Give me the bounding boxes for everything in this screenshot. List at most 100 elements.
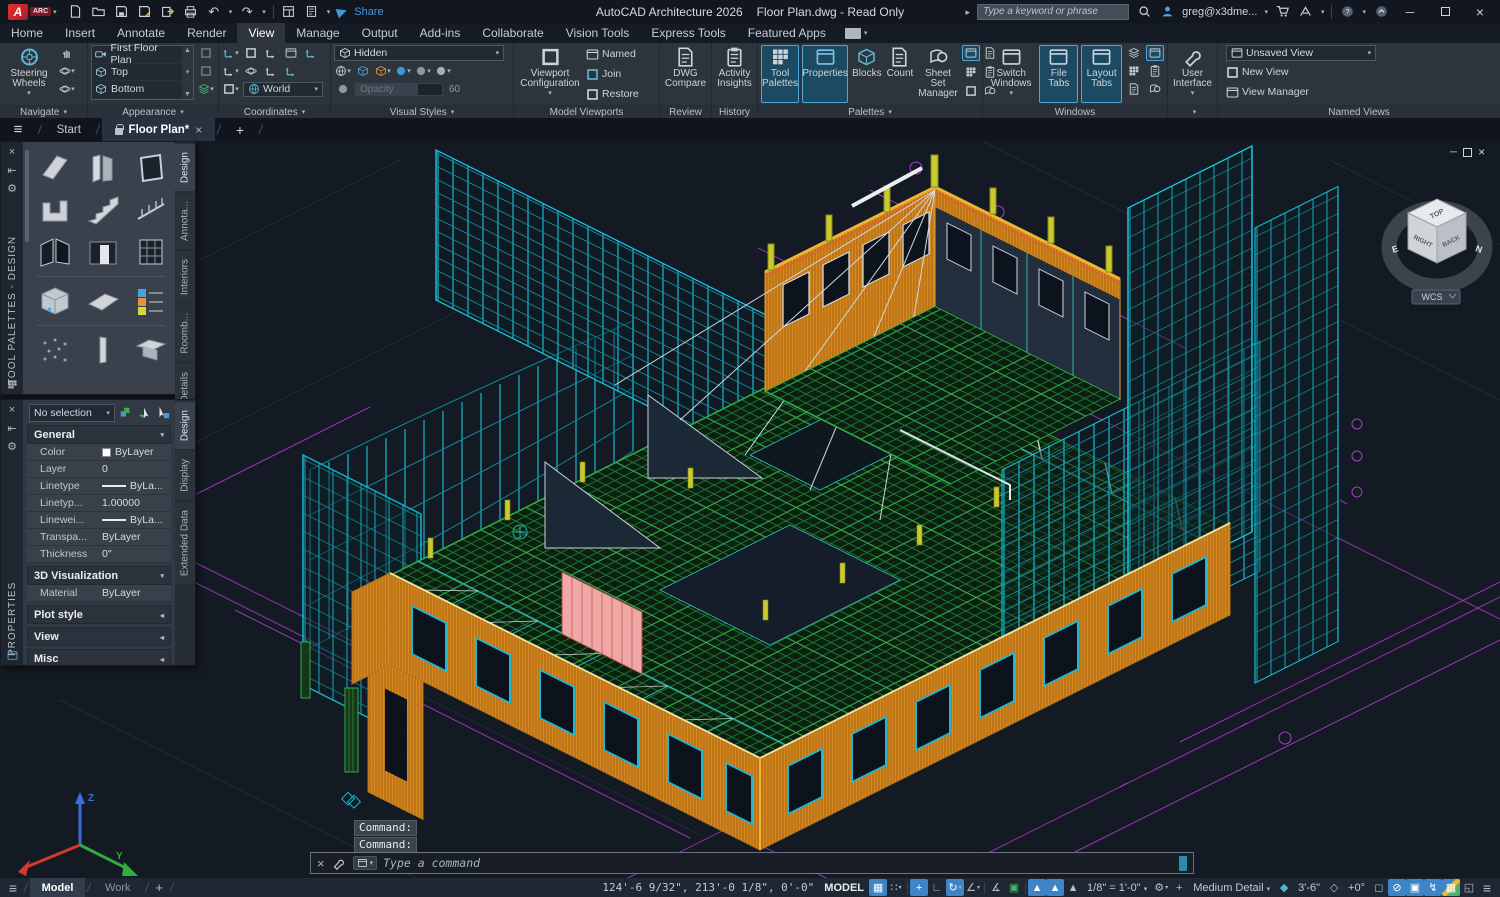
count-button[interactable]: Count: [886, 45, 915, 103]
property-row-thickness[interactable]: Thickness0": [27, 546, 171, 563]
ucs-select[interactable]: World: [243, 82, 323, 97]
annotation-autoscale-icon[interactable]: ▲: [1046, 879, 1064, 896]
ucs-view-icon[interactable]: [282, 45, 300, 61]
elevation-value[interactable]: 3'-6": [1293, 882, 1325, 894]
panel-title-coordinates[interactable]: Coordinates: [219, 105, 330, 118]
print-icon[interactable]: [183, 4, 199, 19]
workspace-icon[interactable]: ◻: [1370, 879, 1388, 896]
ucs-z-icon[interactable]: [262, 63, 280, 79]
share-button[interactable]: Share: [354, 6, 383, 18]
color-theme-icon[interactable]: ▦: [1442, 879, 1460, 896]
sphere-teal-icon[interactable]: [434, 63, 452, 79]
palette-grid-icon[interactable]: [5, 377, 19, 391]
door-tool[interactable]: [81, 148, 125, 188]
panel-title-review[interactable]: Review: [660, 105, 711, 118]
annotation-visibility-icon[interactable]: ▲: [1028, 879, 1046, 896]
redo-button[interactable]: [239, 4, 255, 19]
ucs-icon-button[interactable]: [222, 45, 240, 61]
property-row-lineweight[interactable]: Linewei...ByLa...: [27, 512, 171, 529]
materials-icon[interactable]: [374, 63, 392, 79]
restore-viewports-button[interactable]: Restore: [586, 85, 639, 103]
property-row-material[interactable]: MaterialByLayer: [27, 585, 171, 602]
tab-view[interactable]: View: [237, 23, 285, 43]
view-manager-button[interactable]: View Manager: [1226, 83, 1309, 101]
visual-style-select[interactable]: Hidden: [334, 45, 504, 61]
dwg-compare-button[interactable]: DWG Compare: [663, 45, 708, 103]
command-scroll-handle[interactable]: [1179, 856, 1187, 871]
panel-title-palettes[interactable]: Palettes: [758, 105, 982, 118]
command-line[interactable]: ×: [310, 852, 1194, 874]
layout-icon[interactable]: [281, 4, 297, 19]
tab-manage[interactable]: Manage: [285, 23, 350, 43]
caret-down-icon[interactable]: [262, 8, 266, 16]
app-menu-button[interactable]: AARC: [8, 4, 57, 20]
assistant-icon[interactable]: [1373, 4, 1389, 19]
edit-view-icon[interactable]: [197, 45, 215, 61]
status-bar-icon[interactable]: [1146, 45, 1164, 61]
rotation-value[interactable]: +0°: [1343, 882, 1370, 894]
export-icon[interactable]: [160, 4, 176, 19]
join-viewports-button[interactable]: Join: [586, 65, 639, 83]
signed-in-user[interactable]: greg@x3dme...: [1182, 6, 1257, 18]
space-indicator[interactable]: MODEL: [819, 882, 869, 894]
new-view-button[interactable]: New View: [1226, 63, 1289, 81]
palette-tab-interiors[interactable]: Interiors: [175, 251, 195, 303]
tool-palettes-button[interactable]: Tool Palettes: [761, 45, 799, 103]
group-view[interactable]: View: [27, 627, 171, 646]
panel-title-interface[interactable]: [1168, 105, 1217, 118]
tab-featured-apps[interactable]: Featured Apps: [737, 23, 837, 43]
corner-window-tool[interactable]: [33, 232, 77, 272]
property-row-color[interactable]: ColorByLayer: [27, 444, 171, 461]
tile-vertical-icon[interactable]: [1125, 63, 1143, 79]
orbit-icon[interactable]: [58, 63, 76, 79]
panel-title-named-views[interactable]: Named Views: [1218, 105, 1500, 118]
save-as-icon[interactable]: [137, 4, 153, 19]
massing-element-tool[interactable]: [33, 281, 77, 321]
viewport-minimize-icon[interactable]: ─: [1450, 147, 1457, 158]
tab-collaborate[interactable]: Collaborate: [471, 23, 554, 43]
view-list-item[interactable]: Bottom: [92, 81, 182, 99]
close-icon[interactable]: ×: [5, 145, 19, 159]
drawer-icon[interactable]: [1146, 81, 1164, 97]
layout-tabs-button[interactable]: Layout Tabs: [1081, 45, 1122, 103]
palette-tab-roombook[interactable]: Roomb...: [175, 305, 195, 362]
viewport-restore-icon[interactable]: [1463, 148, 1472, 157]
file-tab-menu-icon[interactable]: [0, 121, 36, 138]
named-view-select[interactable]: Unsaved View: [1226, 45, 1376, 61]
tab-home[interactable]: Home: [0, 23, 54, 43]
command-input[interactable]: [383, 856, 1173, 870]
view-list[interactable]: First Floor Plan Top Bottom ▲▾▼: [91, 45, 194, 100]
xray-icon[interactable]: [334, 81, 352, 97]
property-row-linetype[interactable]: LinetypeByLa...: [27, 478, 171, 495]
open-file-icon[interactable]: [91, 4, 107, 19]
undo-button[interactable]: [206, 4, 222, 19]
caret-down-icon[interactable]: [327, 8, 331, 16]
autohide-icon[interactable]: ⇤: [5, 163, 19, 177]
recent-commands-icon[interactable]: [353, 856, 378, 870]
minimize-button[interactable]: [1396, 1, 1424, 23]
quick-properties-icon[interactable]: [5, 648, 19, 662]
wall-tool[interactable]: [33, 148, 77, 188]
fullscreen-icon[interactable]: ◱: [1460, 879, 1478, 896]
elevation-icon[interactable]: ◆: [1275, 879, 1293, 896]
osnap-icon[interactable]: ▣: [1005, 879, 1023, 896]
property-row-transparency[interactable]: Transpa...ByLayer: [27, 529, 171, 546]
accelerator-icon[interactable]: ↯: [1424, 879, 1442, 896]
ucs-previous-icon[interactable]: [242, 63, 260, 79]
properties-tab-extended-data[interactable]: Extended Data: [175, 502, 195, 584]
graphics-performance-icon[interactable]: ▣: [1406, 879, 1424, 896]
cart-icon[interactable]: [1275, 4, 1291, 19]
wcs-button[interactable]: WCS: [1412, 290, 1460, 304]
column-tool[interactable]: [81, 330, 125, 370]
viewport-configuration-button[interactable]: Viewport Configuration: [517, 45, 583, 103]
palette-properties-icon[interactable]: ⚙: [5, 181, 19, 195]
close-tab-icon[interactable]: ×: [195, 123, 202, 137]
layer-state-icon[interactable]: [197, 81, 215, 97]
switch-windows-button[interactable]: Switch Windows: [986, 45, 1036, 103]
group-misc[interactable]: Misc: [27, 649, 171, 665]
pan-icon[interactable]: [58, 45, 76, 61]
caret-down-icon[interactable]: [1264, 8, 1268, 16]
new-file-icon[interactable]: [68, 4, 84, 19]
right-tower-curtain[interactable]: [1128, 146, 1252, 594]
new-drawing-tab-button[interactable]: [223, 118, 257, 141]
